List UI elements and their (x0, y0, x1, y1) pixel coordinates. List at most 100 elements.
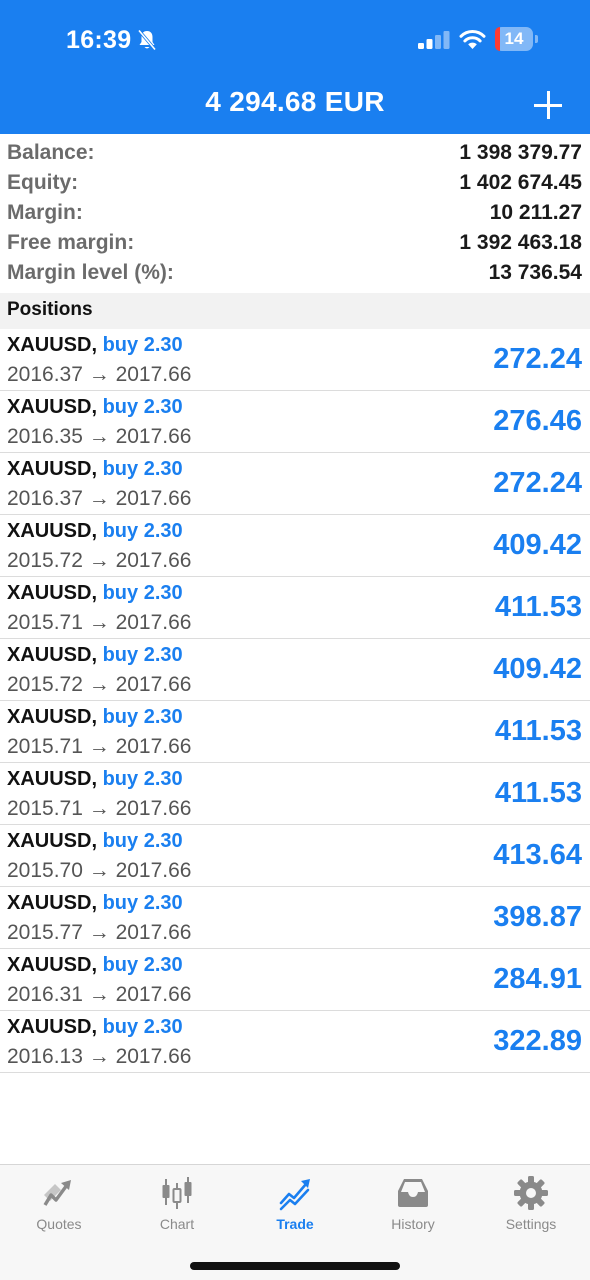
position-profit: 411.53 (494, 777, 582, 809)
position-symbol-line: XAUUSD, buy 2.30 (7, 954, 183, 977)
margin-level-label: Margin level (%): (7, 261, 174, 284)
bell-slash-icon (137, 29, 157, 51)
position-direction: buy 2.30 (102, 954, 183, 976)
tab-label: Quotes (36, 1216, 82, 1232)
position-prices: 2016.13 → 2017.66 (7, 1045, 192, 1068)
position-row[interactable]: XAUUSD, buy 2.30 2015.71 → 2017.66 411.5… (0, 577, 590, 639)
position-symbol: XAUUSD, (7, 582, 98, 604)
position-symbol-line: XAUUSD, buy 2.30 (7, 892, 183, 915)
position-prices: 2015.72 → 2017.66 (7, 673, 192, 696)
position-symbol: XAUUSD, (7, 830, 98, 852)
position-direction: buy 2.30 (102, 644, 183, 666)
status-time: 16:39 (66, 26, 132, 54)
position-symbol: XAUUSD, (7, 706, 98, 728)
app-header: 16:39 14 4 294.68 EUR (0, 0, 590, 134)
position-row[interactable]: XAUUSD, buy 2.30 2015.70 → 2017.66 413.6… (0, 825, 590, 887)
positions-section-header: Positions (0, 293, 590, 329)
position-direction: buy 2.30 (102, 830, 183, 852)
position-prices: 2015.77 → 2017.66 (7, 921, 192, 944)
position-profit: 276.46 (493, 405, 582, 437)
position-prices: 2015.72 → 2017.66 (7, 549, 192, 572)
tab-label: Chart (159, 1216, 195, 1232)
position-row[interactable]: XAUUSD, buy 2.30 2015.71 → 2017.66 411.5… (0, 763, 590, 825)
position-symbol: XAUUSD, (7, 768, 98, 790)
position-symbol: XAUUSD, (7, 334, 98, 356)
tab-trade[interactable]: Trade (236, 1165, 354, 1245)
position-profit: 409.42 (493, 529, 582, 561)
plus-icon[interactable] (534, 91, 562, 119)
position-symbol-line: XAUUSD, buy 2.30 (7, 458, 183, 481)
position-prices: 2016.37 → 2017.66 (7, 487, 192, 510)
position-symbol-line: XAUUSD, buy 2.30 (7, 334, 183, 357)
position-prices: 2015.70 → 2017.66 (7, 859, 192, 882)
position-symbol-line: XAUUSD, buy 2.30 (7, 830, 183, 853)
position-direction: buy 2.30 (102, 892, 183, 914)
margin-value: 10 211.27 (489, 201, 582, 224)
position-row[interactable]: XAUUSD, buy 2.30 2015.77 → 2017.66 398.8… (0, 887, 590, 949)
position-direction: buy 2.30 (102, 768, 183, 790)
position-profit: 284.91 (493, 963, 582, 995)
position-row[interactable]: XAUUSD, buy 2.30 2016.35 → 2017.66 276.4… (0, 391, 590, 453)
positions-title: Positions (7, 299, 93, 320)
position-profit: 411.53 (494, 591, 582, 623)
position-profit: 272.24 (493, 467, 582, 499)
position-symbol-line: XAUUSD, buy 2.30 (7, 582, 183, 605)
tab-settings[interactable]: Settings (472, 1165, 590, 1245)
cellular-signal-icon (418, 31, 450, 49)
battery-icon: 14 (495, 27, 539, 51)
gear-icon (514, 1176, 548, 1210)
position-symbol: XAUUSD, (7, 458, 98, 480)
position-symbol-line: XAUUSD, buy 2.30 (7, 706, 183, 729)
position-symbol-line: XAUUSD, buy 2.30 (7, 768, 183, 791)
position-profit: 413.64 (493, 839, 582, 871)
inbox-history-icon (398, 1179, 428, 1207)
position-row[interactable]: XAUUSD, buy 2.30 2016.37 → 2017.66 272.2… (0, 329, 590, 391)
position-row[interactable]: XAUUSD, buy 2.30 2016.31 → 2017.66 284.9… (0, 949, 590, 1011)
position-symbol-line: XAUUSD, buy 2.30 (7, 520, 183, 543)
position-symbol: XAUUSD, (7, 520, 98, 542)
account-summary: Balance: 1 398 379.77 Equity: 1 402 674.… (0, 138, 590, 288)
tab-label: Settings (505, 1216, 557, 1232)
equity-value: 1 402 674.45 (459, 171, 582, 194)
margin-label: Margin: (7, 201, 83, 224)
free-margin-label: Free margin: (7, 231, 135, 254)
balance-row: Balance: 1 398 379.77 (0, 138, 590, 168)
tab-history[interactable]: History (354, 1165, 472, 1245)
position-prices: 2016.35 → 2017.66 (7, 425, 192, 448)
position-direction: buy 2.30 (102, 582, 183, 604)
position-direction: buy 2.30 (102, 706, 183, 728)
trade-trend-icon (279, 1179, 310, 1211)
position-symbol-line: XAUUSD, buy 2.30 (7, 1016, 183, 1039)
position-symbol: XAUUSD, (7, 644, 98, 666)
page-title: 4 294.68 EUR (205, 86, 385, 117)
position-row[interactable]: XAUUSD, buy 2.30 2016.13 → 2017.66 322.8… (0, 1011, 590, 1073)
position-symbol-line: XAUUSD, buy 2.30 (7, 396, 183, 419)
balance-value: 1 398 379.77 (459, 141, 582, 164)
position-symbol: XAUUSD, (7, 954, 98, 976)
balance-label: Balance: (7, 141, 95, 164)
battery-level: 14 (504, 29, 524, 48)
tab-label: Trade (276, 1216, 314, 1232)
position-direction: buy 2.30 (102, 334, 183, 356)
positions-list: XAUUSD, buy 2.30 2016.37 → 2017.66 272.2… (0, 329, 590, 1073)
free-margin-value: 1 392 463.18 (459, 231, 582, 254)
position-prices: 2015.71 → 2017.66 (7, 735, 192, 758)
position-profit: 398.87 (493, 901, 582, 933)
position-profit: 322.89 (493, 1025, 582, 1057)
candlestick-chart-icon (162, 1177, 192, 1209)
equity-row: Equity: 1 402 674.45 (0, 168, 590, 198)
tab-quotes[interactable]: Quotes (0, 1165, 118, 1245)
position-row[interactable]: XAUUSD, buy 2.30 2016.37 → 2017.66 272.2… (0, 453, 590, 515)
tab-label: History (391, 1216, 435, 1232)
position-direction: buy 2.30 (102, 520, 183, 542)
position-profit: 409.42 (493, 653, 582, 685)
home-indicator[interactable] (190, 1262, 400, 1270)
position-prices: 2016.31 → 2017.66 (7, 983, 192, 1006)
position-row[interactable]: XAUUSD, buy 2.30 2015.71 → 2017.66 411.5… (0, 701, 590, 763)
tab-chart[interactable]: Chart (118, 1165, 236, 1245)
position-row[interactable]: XAUUSD, buy 2.30 2015.72 → 2017.66 409.4… (0, 515, 590, 577)
wifi-icon (459, 30, 486, 49)
position-row[interactable]: XAUUSD, buy 2.30 2015.72 → 2017.66 409.4… (0, 639, 590, 701)
position-direction: buy 2.30 (102, 396, 183, 418)
position-symbol-line: XAUUSD, buy 2.30 (7, 644, 183, 667)
